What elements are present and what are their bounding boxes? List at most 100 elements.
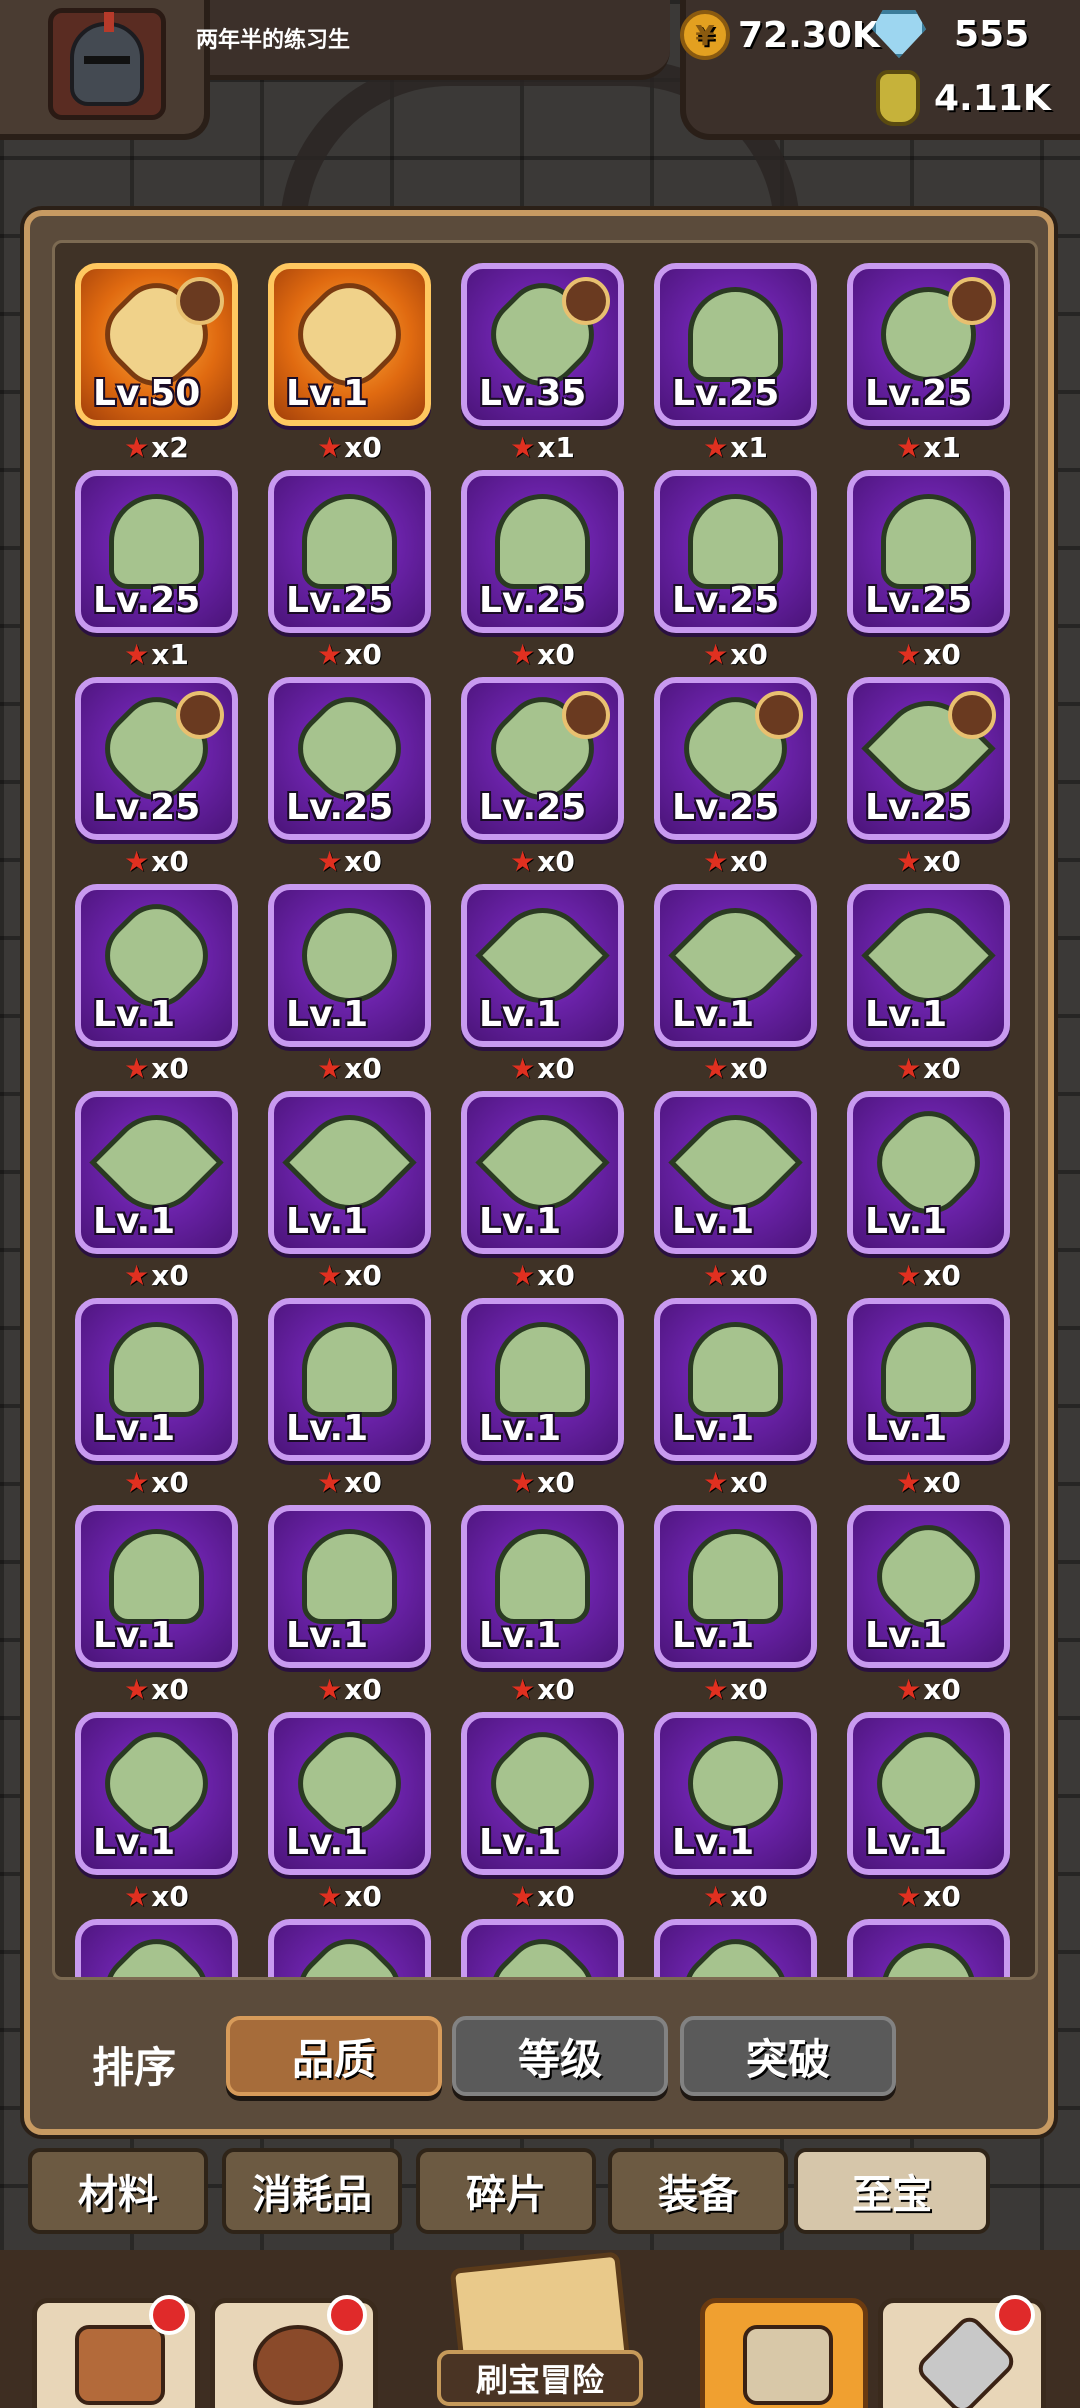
treasure-item[interactable]: Lv.1 ★x0 xyxy=(75,1091,238,1298)
treasure-card[interactable]: Lv.1 xyxy=(461,1505,624,1668)
treasure-item[interactable]: Lv.25 ★x1 xyxy=(75,470,238,677)
treasure-item[interactable]: Lv.1 ★x0 xyxy=(847,1505,1010,1712)
treasure-card[interactable]: Lv.1 xyxy=(654,1091,817,1254)
treasure-item[interactable]: Lv.25 ★x0 xyxy=(847,470,1010,677)
treasure-item[interactable] xyxy=(654,1919,817,1977)
treasure-item[interactable]: Lv.25 ★x0 xyxy=(268,470,431,677)
treasure-card[interactable]: Lv.1 xyxy=(268,1091,431,1254)
treasure-item[interactable]: Lv.1 ★x0 xyxy=(847,1712,1010,1919)
treasure-card[interactable]: Lv.1 xyxy=(268,884,431,1047)
treasure-card[interactable]: Lv.1 xyxy=(654,1712,817,1875)
treasure-item[interactable]: Lv.1 ★x0 xyxy=(268,1505,431,1712)
treasure-item[interactable]: Lv.1 ★x0 xyxy=(847,884,1010,1091)
nav-hero-button[interactable] xyxy=(210,2295,378,2408)
treasure-item[interactable]: Lv.50 ★x2 xyxy=(75,263,238,470)
sort-quality-button[interactable]: 品质 xyxy=(226,2016,442,2096)
treasure-card[interactable]: Lv.1 xyxy=(268,263,431,426)
treasure-item[interactable]: Lv.25 ★x0 xyxy=(75,677,238,884)
treasure-card[interactable]: Lv.1 xyxy=(654,1505,817,1668)
treasure-card[interactable]: Lv.25 xyxy=(461,470,624,633)
treasure-card[interactable]: Lv.50 xyxy=(75,263,238,426)
treasure-item[interactable]: Lv.1 ★x0 xyxy=(268,1298,431,1505)
treasure-card[interactable]: Lv.25 xyxy=(847,470,1010,633)
treasure-card[interactable] xyxy=(268,1919,431,1977)
treasure-item[interactable]: Lv.1 ★x0 xyxy=(75,884,238,1091)
nav-shop-button[interactable] xyxy=(32,2295,200,2408)
treasure-card[interactable]: Lv.1 xyxy=(75,1505,238,1668)
treasure-item[interactable]: Lv.1 ★x0 xyxy=(461,1505,624,1712)
treasure-card[interactable]: Lv.25 xyxy=(75,470,238,633)
treasure-item[interactable]: Lv.1 ★x0 xyxy=(461,1091,624,1298)
treasure-card[interactable] xyxy=(847,1919,1010,1977)
treasure-item[interactable]: Lv.25 ★x1 xyxy=(847,263,1010,470)
treasure-card[interactable]: Lv.1 xyxy=(847,1298,1010,1461)
tab-treasures[interactable]: 至宝 xyxy=(794,2148,990,2234)
sort-level-button[interactable]: 等级 xyxy=(452,2016,668,2096)
treasure-card[interactable]: Lv.1 xyxy=(461,1298,624,1461)
treasure-card[interactable]: Lv.35 xyxy=(461,263,624,426)
treasure-item[interactable]: Lv.1 ★x0 xyxy=(461,884,624,1091)
treasure-item[interactable]: Lv.1 ★x0 xyxy=(654,1712,817,1919)
treasure-card[interactable]: Lv.1 xyxy=(268,1505,431,1668)
treasure-item[interactable]: Lv.1 ★x0 xyxy=(75,1712,238,1919)
treasure-card[interactable]: Lv.25 xyxy=(654,263,817,426)
treasure-card[interactable] xyxy=(75,1919,238,1977)
treasure-item[interactable]: Lv.1 ★x0 xyxy=(268,1712,431,1919)
tab-fragments[interactable]: 碎片 xyxy=(416,2148,596,2234)
tab-equipment[interactable]: 装备 xyxy=(608,2148,788,2234)
treasure-item[interactable]: Lv.25 ★x0 xyxy=(654,470,817,677)
tab-consumables[interactable]: 消耗品 xyxy=(222,2148,402,2234)
treasure-card[interactable]: Lv.1 xyxy=(75,884,238,1047)
treasure-item[interactable]: Lv.25 ★x0 xyxy=(847,677,1010,884)
treasure-item[interactable]: Lv.1 ★x0 xyxy=(268,1091,431,1298)
treasure-card[interactable]: Lv.25 xyxy=(847,263,1010,426)
treasure-item[interactable]: Lv.25 ★x0 xyxy=(461,470,624,677)
nav-forge-button[interactable] xyxy=(878,2295,1046,2408)
treasure-card[interactable]: Lv.1 xyxy=(75,1712,238,1875)
sort-breakthrough-button[interactable]: 突破 xyxy=(680,2016,896,2096)
treasure-card[interactable] xyxy=(461,1919,624,1977)
treasure-card[interactable]: Lv.1 xyxy=(847,1712,1010,1875)
treasure-item[interactable] xyxy=(268,1919,431,1977)
treasure-item[interactable]: Lv.25 ★x1 xyxy=(654,263,817,470)
treasure-item[interactable]: Lv.1 ★x0 xyxy=(654,884,817,1091)
gold-resource[interactable]: ¥ 72.30K xyxy=(680,10,880,60)
treasure-card[interactable]: Lv.25 xyxy=(654,677,817,840)
treasure-card[interactable] xyxy=(654,1919,817,1977)
gem-resource[interactable]: 555 xyxy=(872,10,1029,58)
treasure-item[interactable]: Lv.25 ★x0 xyxy=(461,677,624,884)
treasure-card[interactable]: Lv.1 xyxy=(268,1298,431,1461)
treasure-item[interactable]: Lv.1 ★x0 xyxy=(847,1298,1010,1505)
treasure-card[interactable]: Lv.25 xyxy=(654,470,817,633)
treasure-item[interactable] xyxy=(461,1919,624,1977)
treasure-item[interactable]: Lv.35 ★x1 xyxy=(461,263,624,470)
nav-adventure-button[interactable]: 刷宝冒险 xyxy=(385,2250,695,2408)
treasure-item[interactable]: Lv.1 ★x0 xyxy=(461,1712,624,1919)
treasure-item[interactable]: Lv.25 ★x0 xyxy=(654,677,817,884)
treasure-list[interactable]: Lv.50 ★x2 Lv.1 ★x0 Lv.35 ★x1 Lv.25 ★x1 Lv.25 ★x1 L… xyxy=(52,240,1038,1980)
treasure-card[interactable]: Lv.1 xyxy=(461,1712,624,1875)
player-avatar[interactable] xyxy=(48,8,166,120)
treasure-item[interactable]: Lv.1 ★x0 xyxy=(654,1505,817,1712)
treasure-item[interactable]: Lv.1 ★x0 xyxy=(847,1091,1010,1298)
treasure-item[interactable]: Lv.1 ★x0 xyxy=(268,884,431,1091)
treasure-item[interactable] xyxy=(75,1919,238,1977)
treasure-item[interactable]: Lv.1 ★x0 xyxy=(654,1298,817,1505)
treasure-card[interactable]: Lv.25 xyxy=(268,677,431,840)
treasure-card[interactable]: Lv.25 xyxy=(461,677,624,840)
treasure-card[interactable]: Lv.25 xyxy=(75,677,238,840)
treasure-card[interactable]: Lv.1 xyxy=(654,884,817,1047)
tab-materials[interactable]: 材料 xyxy=(28,2148,208,2234)
treasure-item[interactable]: Lv.1 ★x0 xyxy=(268,263,431,470)
treasure-item[interactable]: Lv.1 ★x0 xyxy=(461,1298,624,1505)
treasure-item[interactable]: Lv.1 ★x0 xyxy=(75,1505,238,1712)
treasure-card[interactable]: Lv.1 xyxy=(461,884,624,1047)
treasure-card[interactable]: Lv.1 xyxy=(268,1712,431,1875)
treasure-item[interactable] xyxy=(847,1919,1010,1977)
treasure-item[interactable]: Lv.25 ★x0 xyxy=(268,677,431,884)
treasure-card[interactable]: Lv.1 xyxy=(847,1091,1010,1254)
treasure-card[interactable]: Lv.1 xyxy=(847,884,1010,1047)
treasure-card[interactable]: Lv.1 xyxy=(461,1091,624,1254)
treasure-card[interactable]: Lv.1 xyxy=(75,1298,238,1461)
treasure-card[interactable]: Lv.1 xyxy=(75,1091,238,1254)
